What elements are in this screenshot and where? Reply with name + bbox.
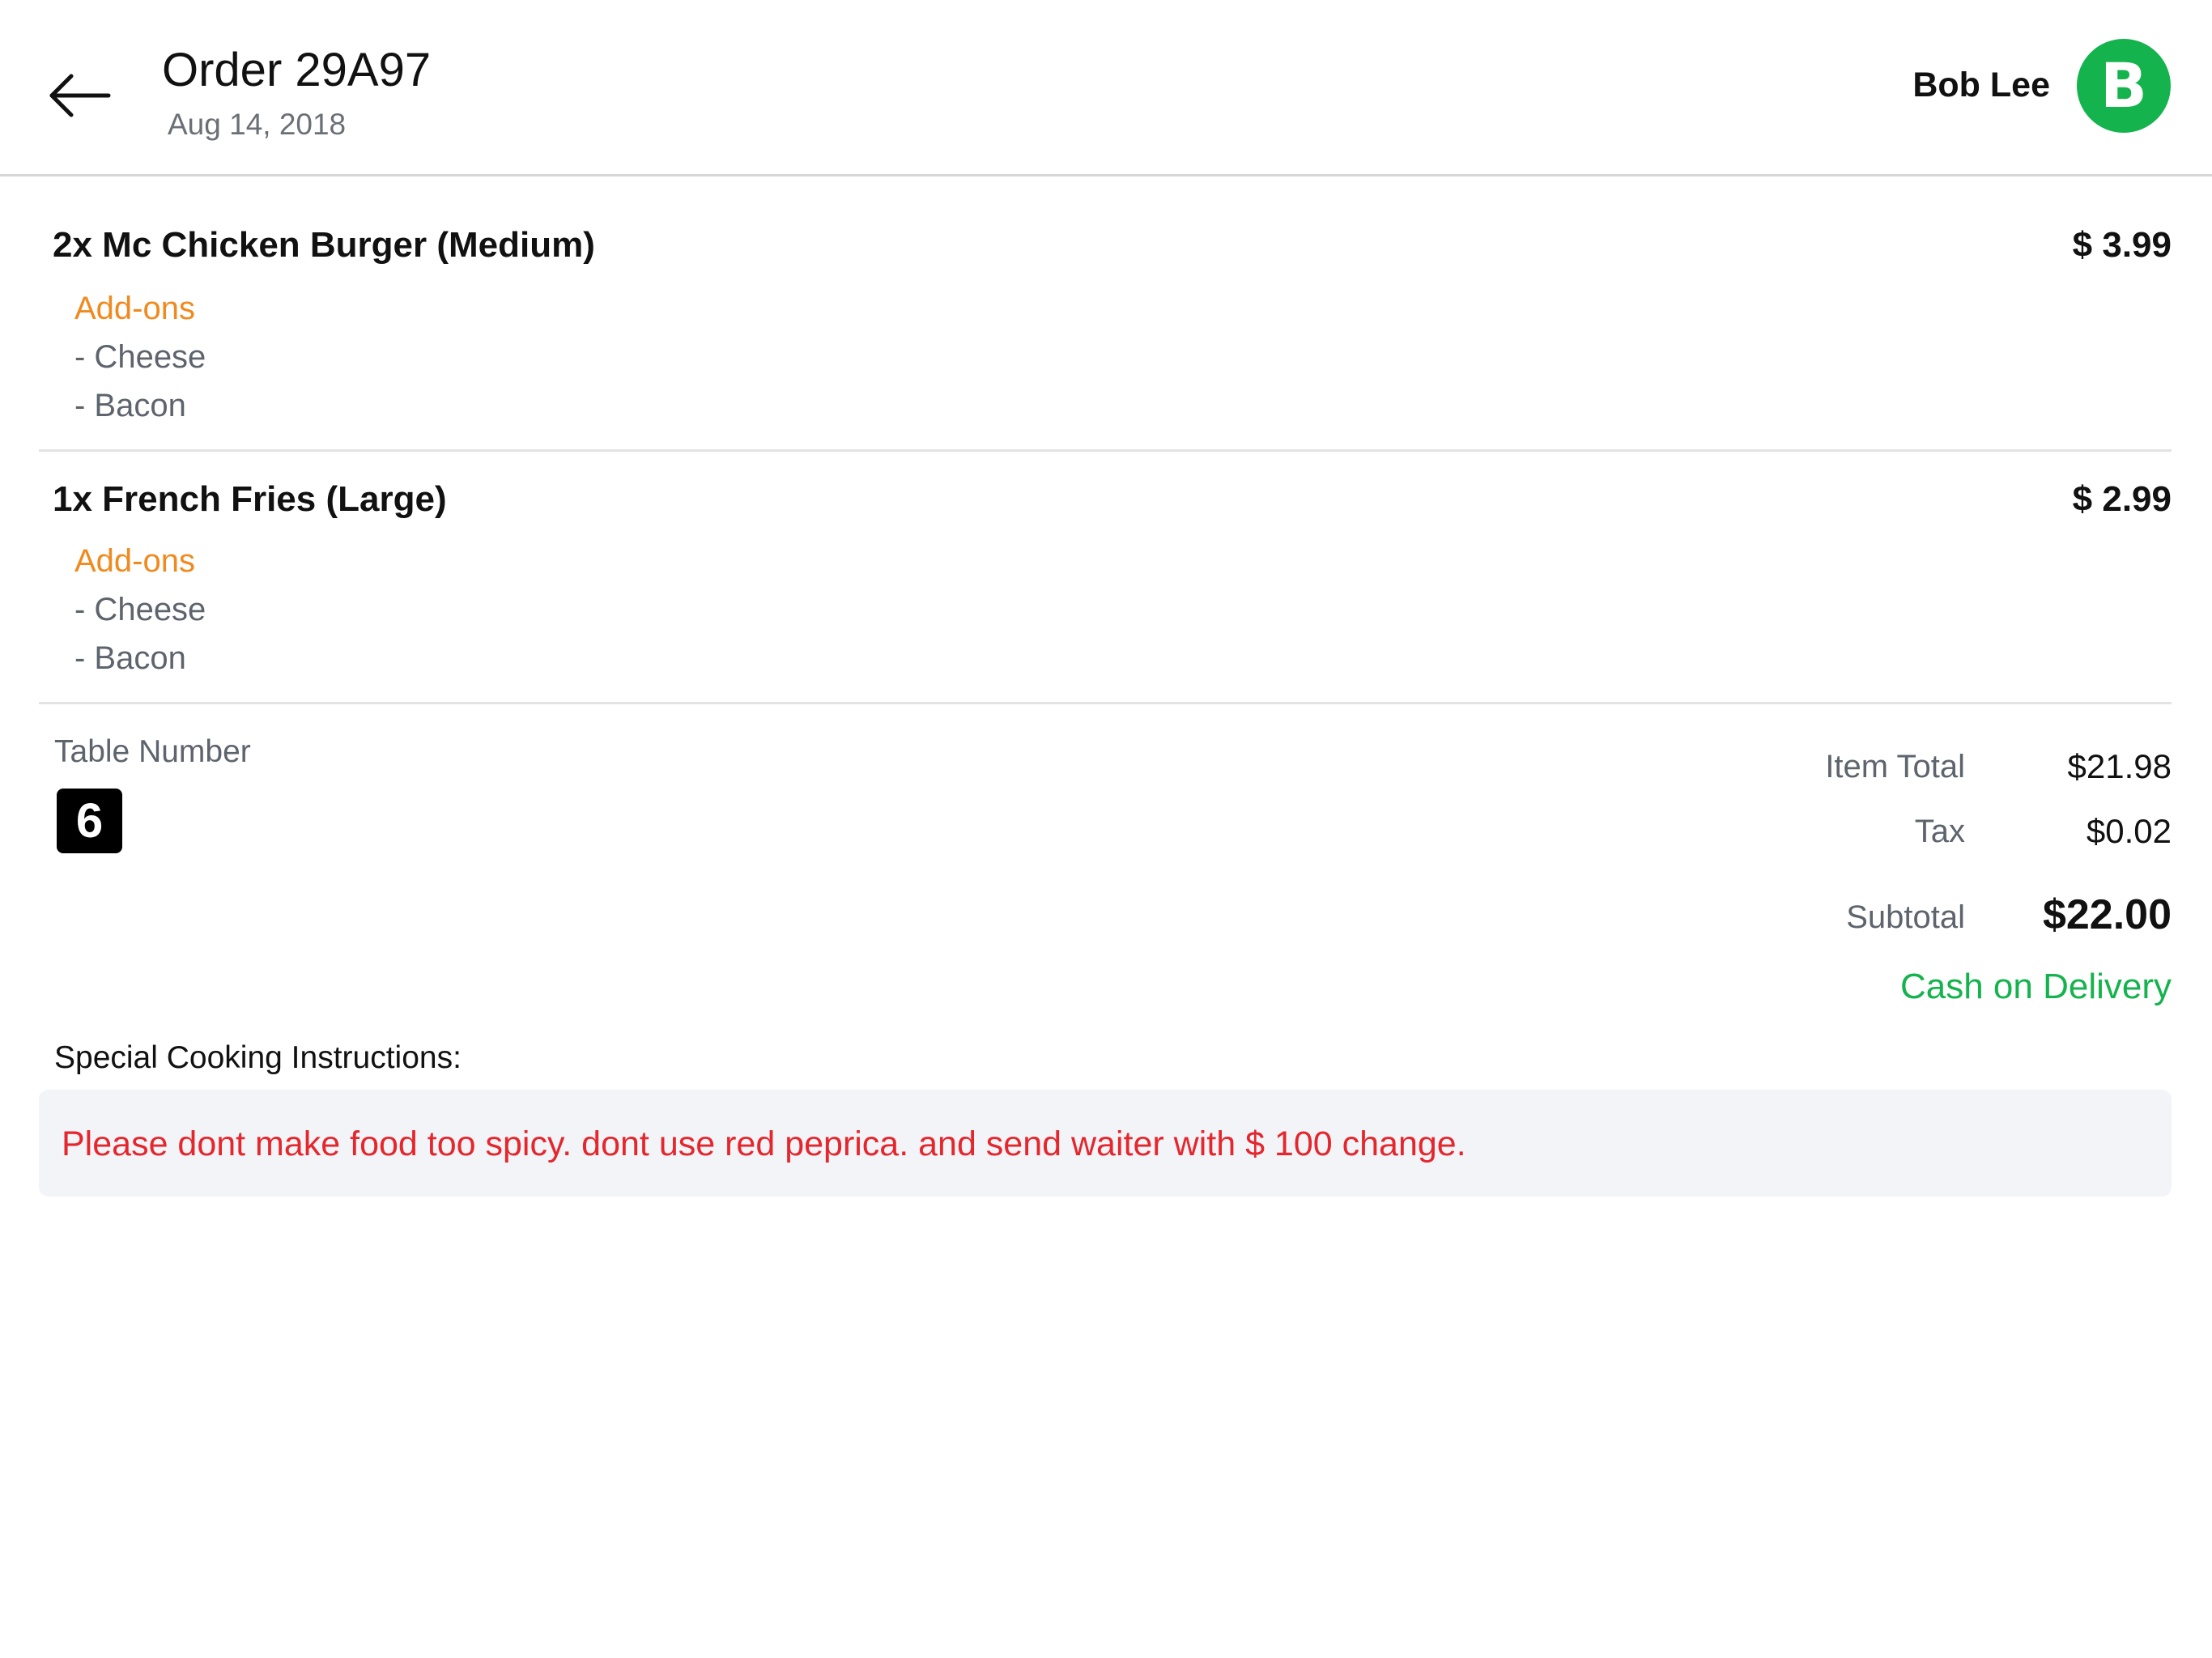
order-date: Aug 14, 2018	[168, 108, 347, 141]
table-number-badge: 6	[57, 789, 122, 853]
item-price: $ 2.99	[2072, 479, 2172, 519]
addons-label: Add-ons	[74, 543, 195, 579]
table-number-label: Table Number	[54, 734, 251, 769]
back-button[interactable]	[47, 70, 112, 121]
tax-value: $0.02	[2086, 812, 2172, 850]
tax-label: Tax	[1914, 814, 1965, 849]
item-total-value: $21.98	[2067, 747, 2172, 785]
item-total-label: Item Total	[1825, 749, 1965, 784]
order-header: Order 29A97 Aug 14, 2018 Bob Lee B	[0, 0, 2212, 176]
user-name: Bob Lee	[1912, 66, 2050, 104]
avatar[interactable]: B	[2077, 39, 2171, 133]
addon-item: - Bacon	[74, 640, 186, 676]
subtotal-value: $22.00	[2042, 891, 2172, 938]
addons-label: Add-ons	[74, 291, 195, 326]
addon-item: - Cheese	[74, 592, 206, 627]
addon-item: - Cheese	[74, 339, 206, 375]
addon-item: - Bacon	[74, 388, 186, 423]
arrow-left-icon	[49, 74, 111, 117]
special-instructions-label: Special Cooking Instructions:	[54, 1040, 462, 1075]
order-item: 1x French Fries (Large) $ 2.99 Add-ons -…	[39, 452, 2172, 704]
order-item: 2x Mc Chicken Burger (Medium) $ 3.99 Add…	[39, 176, 2172, 452]
page-title: Order 29A97	[162, 44, 432, 96]
item-name: 1x French Fries (Large)	[53, 479, 447, 519]
subtotal-label: Subtotal	[1846, 899, 1965, 935]
item-name: 2x Mc Chicken Burger (Medium)	[53, 225, 595, 265]
item-price: $ 3.99	[2072, 225, 2172, 265]
special-instructions-text: Please dont make food too spicy. dont us…	[62, 1124, 1466, 1163]
payment-method: Cash on Delivery	[1899, 967, 2172, 1006]
special-instructions-box: Please dont make food too spicy. dont us…	[39, 1090, 2172, 1197]
